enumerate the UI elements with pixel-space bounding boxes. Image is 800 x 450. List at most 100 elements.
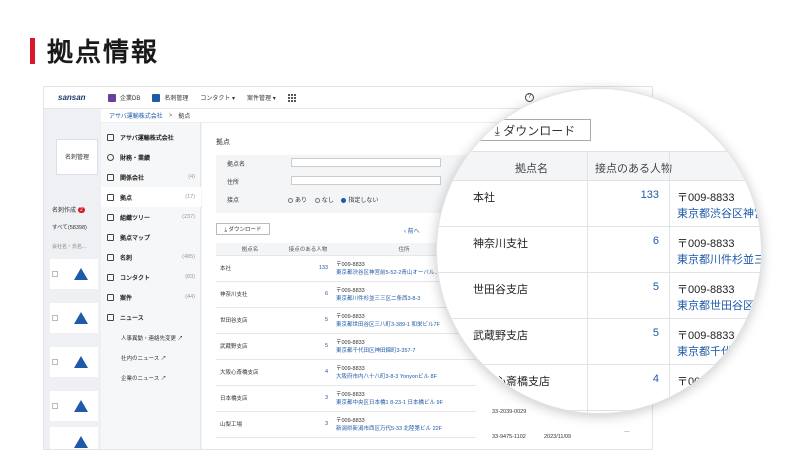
section-title: 拠点 bbox=[216, 139, 230, 146]
table-row[interactable]: 神奈川支社 6 〒009-8833 東京都川件杉並三三区 bbox=[437, 227, 761, 273]
card-management-button[interactable]: 名刺管理 bbox=[56, 139, 98, 175]
breadcrumb-separator: > bbox=[168, 112, 173, 119]
location-name: 武蔵野支店 bbox=[216, 333, 284, 360]
menu-label: 拠点マップ bbox=[120, 235, 151, 242]
table-row[interactable]: 山梨工場 3 〒009-8833 新潟県新潟市西区万代5-33 北陸第ビル 22F bbox=[216, 411, 476, 438]
address-cell: 〒009-8833 新潟県新潟市西区万代5-33 北陸第ビル 22F bbox=[332, 411, 476, 438]
menu-sub-internal-news[interactable]: 社内のニュース ↗ bbox=[121, 354, 166, 362]
heading-accent-bar bbox=[30, 37, 35, 64]
address-label: 住所 bbox=[227, 180, 240, 186]
app-grid-icon[interactable] bbox=[287, 93, 296, 102]
location-name-input[interactable] bbox=[291, 158, 441, 167]
menu-item-location-map[interactable]: 拠点マップ bbox=[101, 227, 201, 247]
contact-count-link[interactable]: 5 bbox=[284, 307, 332, 334]
company-logo-icon bbox=[74, 356, 88, 368]
address-input[interactable] bbox=[291, 176, 441, 185]
prev-page-link[interactable]: ‹ 前へ bbox=[404, 226, 420, 235]
menu-item-org-tree[interactable]: 組織ツリー (237) bbox=[101, 207, 201, 227]
address-link[interactable]: 東京都世田谷区区 bbox=[677, 297, 761, 313]
map-icon bbox=[107, 233, 114, 241]
magnified-table-header: 拠点名 接点のある人物 bbox=[437, 151, 761, 181]
zip-code: 〒009-8833 bbox=[677, 330, 735, 342]
page-heading: 拠点情報 bbox=[30, 32, 159, 69]
location-name: 本社 bbox=[216, 255, 284, 282]
radio-label: なし bbox=[321, 198, 334, 204]
address-link[interactable]: 新潟県新潟市西区万代5-33 北陸第ビル 22F bbox=[336, 424, 472, 432]
menu-label: ニュース bbox=[120, 315, 144, 322]
address-link[interactable]: 東京都渋谷区神宮 bbox=[677, 205, 761, 221]
contact-count-link[interactable]: 3 bbox=[284, 385, 332, 412]
card-checkbox[interactable] bbox=[52, 403, 58, 409]
company-logo-icon bbox=[74, 268, 88, 280]
menu-item-company[interactable]: アサバ運輸株式会社 bbox=[101, 127, 201, 147]
zip-code: 〒009-8833 bbox=[677, 284, 735, 296]
menu-label: アサバ運輸株式会社 bbox=[120, 135, 174, 142]
location-name: 山梨工場 bbox=[216, 411, 284, 438]
contact-count-link[interactable]: 4 bbox=[284, 359, 332, 386]
col-contact-count: 接点のある人物 bbox=[595, 163, 672, 175]
card-checkbox[interactable] bbox=[52, 271, 58, 277]
card-checkbox[interactable] bbox=[52, 315, 58, 321]
table-row[interactable]: 大阪心斎橋支店 4 〒009-8833 大阪 bbox=[437, 365, 761, 411]
location-name: 神奈川支社 bbox=[473, 238, 528, 250]
contact-count-link[interactable]: 3 bbox=[284, 411, 332, 438]
contact-count-link[interactable]: 5 bbox=[633, 327, 659, 339]
contact-count-link[interactable]: 5 bbox=[633, 281, 659, 293]
table-row[interactable]: 世田谷支店 5 〒009-8833 東京都世田谷区区 bbox=[437, 273, 761, 319]
radio-yes[interactable] bbox=[288, 197, 293, 203]
menu-sub-company-news[interactable]: 企業のニュース ↗ bbox=[121, 374, 166, 382]
phone-number: 33-9475-1102 bbox=[492, 434, 526, 440]
all-filter[interactable]: すべて(58398) bbox=[52, 223, 87, 231]
address-link[interactable]: 大阪 bbox=[677, 389, 699, 405]
table-row[interactable]: 本社 133 〒009-8833 東京都渋谷区神宮 bbox=[437, 181, 761, 227]
address-link[interactable]: 東京都川件杉並三三区 bbox=[677, 251, 761, 267]
magnified-download-button[interactable]: ⤓ ダウンロード bbox=[479, 119, 591, 141]
menu-item-finance[interactable]: 財務・業績 bbox=[101, 147, 201, 167]
menu-sub-hr-changes[interactable]: 人事異動・連絡先変更 ↗ bbox=[121, 334, 183, 342]
search-placeholder[interactable]: 会社名・氏名... bbox=[52, 243, 86, 250]
menu-item-locations[interactable]: 拠点 (17) bbox=[101, 187, 201, 207]
contact-count-link[interactable]: 6 bbox=[284, 281, 332, 308]
address-link[interactable]: 東京都千代田 bbox=[677, 343, 743, 359]
table-row[interactable]: 武蔵野支店 5 〒009-8833 東京都千代田 bbox=[437, 319, 761, 365]
radio-no[interactable] bbox=[314, 197, 320, 203]
menu-item-news[interactable]: ニュース bbox=[101, 307, 201, 327]
zip-code: 〒009-8833 bbox=[677, 238, 735, 250]
sansan-logo[interactable]: sansan bbox=[58, 93, 108, 102]
col-location-name[interactable]: 拠点名 bbox=[216, 243, 284, 256]
menu-count: (17) bbox=[185, 194, 195, 200]
zip-code: 〒009-8833 bbox=[677, 192, 735, 204]
card-create-label[interactable]: 名刺作成 2 bbox=[52, 205, 85, 214]
magnifier-lens: ⤓ ダウンロード 拠点名 接点のある人物 本社 133 〒009-8833 東京… bbox=[436, 88, 762, 414]
download-button[interactable]: ⤓ ダウンロード bbox=[216, 223, 270, 235]
card-icon bbox=[107, 253, 114, 261]
updated-date: 2023/11/09 bbox=[544, 434, 572, 440]
breadcrumb-current: 拠点 bbox=[178, 114, 191, 120]
more-options-icon[interactable]: ... bbox=[624, 427, 630, 434]
menu-item-contacts[interactable]: コンタクト (83) bbox=[101, 267, 201, 287]
col-contact-count[interactable]: 接点のある人物 bbox=[284, 243, 332, 256]
nav-company-db[interactable]: 企業DB bbox=[108, 93, 140, 102]
menu-item-affiliates[interactable]: 関係会社 (4) bbox=[101, 167, 201, 187]
breadcrumb-parent[interactable]: アサバ運輸株式会社 bbox=[109, 111, 163, 120]
location-name: 日本橋支店 bbox=[216, 385, 284, 412]
nav-deals[interactable]: 案件管理 ▾ bbox=[247, 93, 276, 102]
menu-count: (4) bbox=[188, 174, 195, 180]
company-logo-icon bbox=[74, 312, 88, 324]
contact-radio-group: あり なし 指定しない bbox=[282, 195, 378, 204]
nav-label: コンタクト ▾ bbox=[200, 96, 236, 102]
contact-count-link[interactable]: 6 bbox=[633, 235, 659, 247]
contact-count-link[interactable]: 133 bbox=[284, 255, 332, 282]
nav-card-management[interactable]: 名刺管理 bbox=[152, 93, 188, 102]
nav-contact[interactable]: コンタクト ▾ bbox=[200, 93, 235, 102]
menu-item-cards[interactable]: 名刺 (485) bbox=[101, 247, 201, 267]
radio-unspecified[interactable] bbox=[341, 197, 347, 203]
location-name: 大阪心斎橋支店 bbox=[216, 359, 284, 386]
contact-count-link[interactable]: 5 bbox=[284, 333, 332, 360]
card-checkbox[interactable] bbox=[52, 359, 58, 365]
contact-count-link[interactable]: 4 bbox=[633, 373, 659, 385]
menu-label: 関係会社 bbox=[120, 175, 145, 182]
menu-count: (237) bbox=[182, 214, 195, 220]
contact-count-link[interactable]: 133 bbox=[633, 189, 659, 201]
menu-item-deals[interactable]: 案件 (44) bbox=[101, 287, 201, 307]
